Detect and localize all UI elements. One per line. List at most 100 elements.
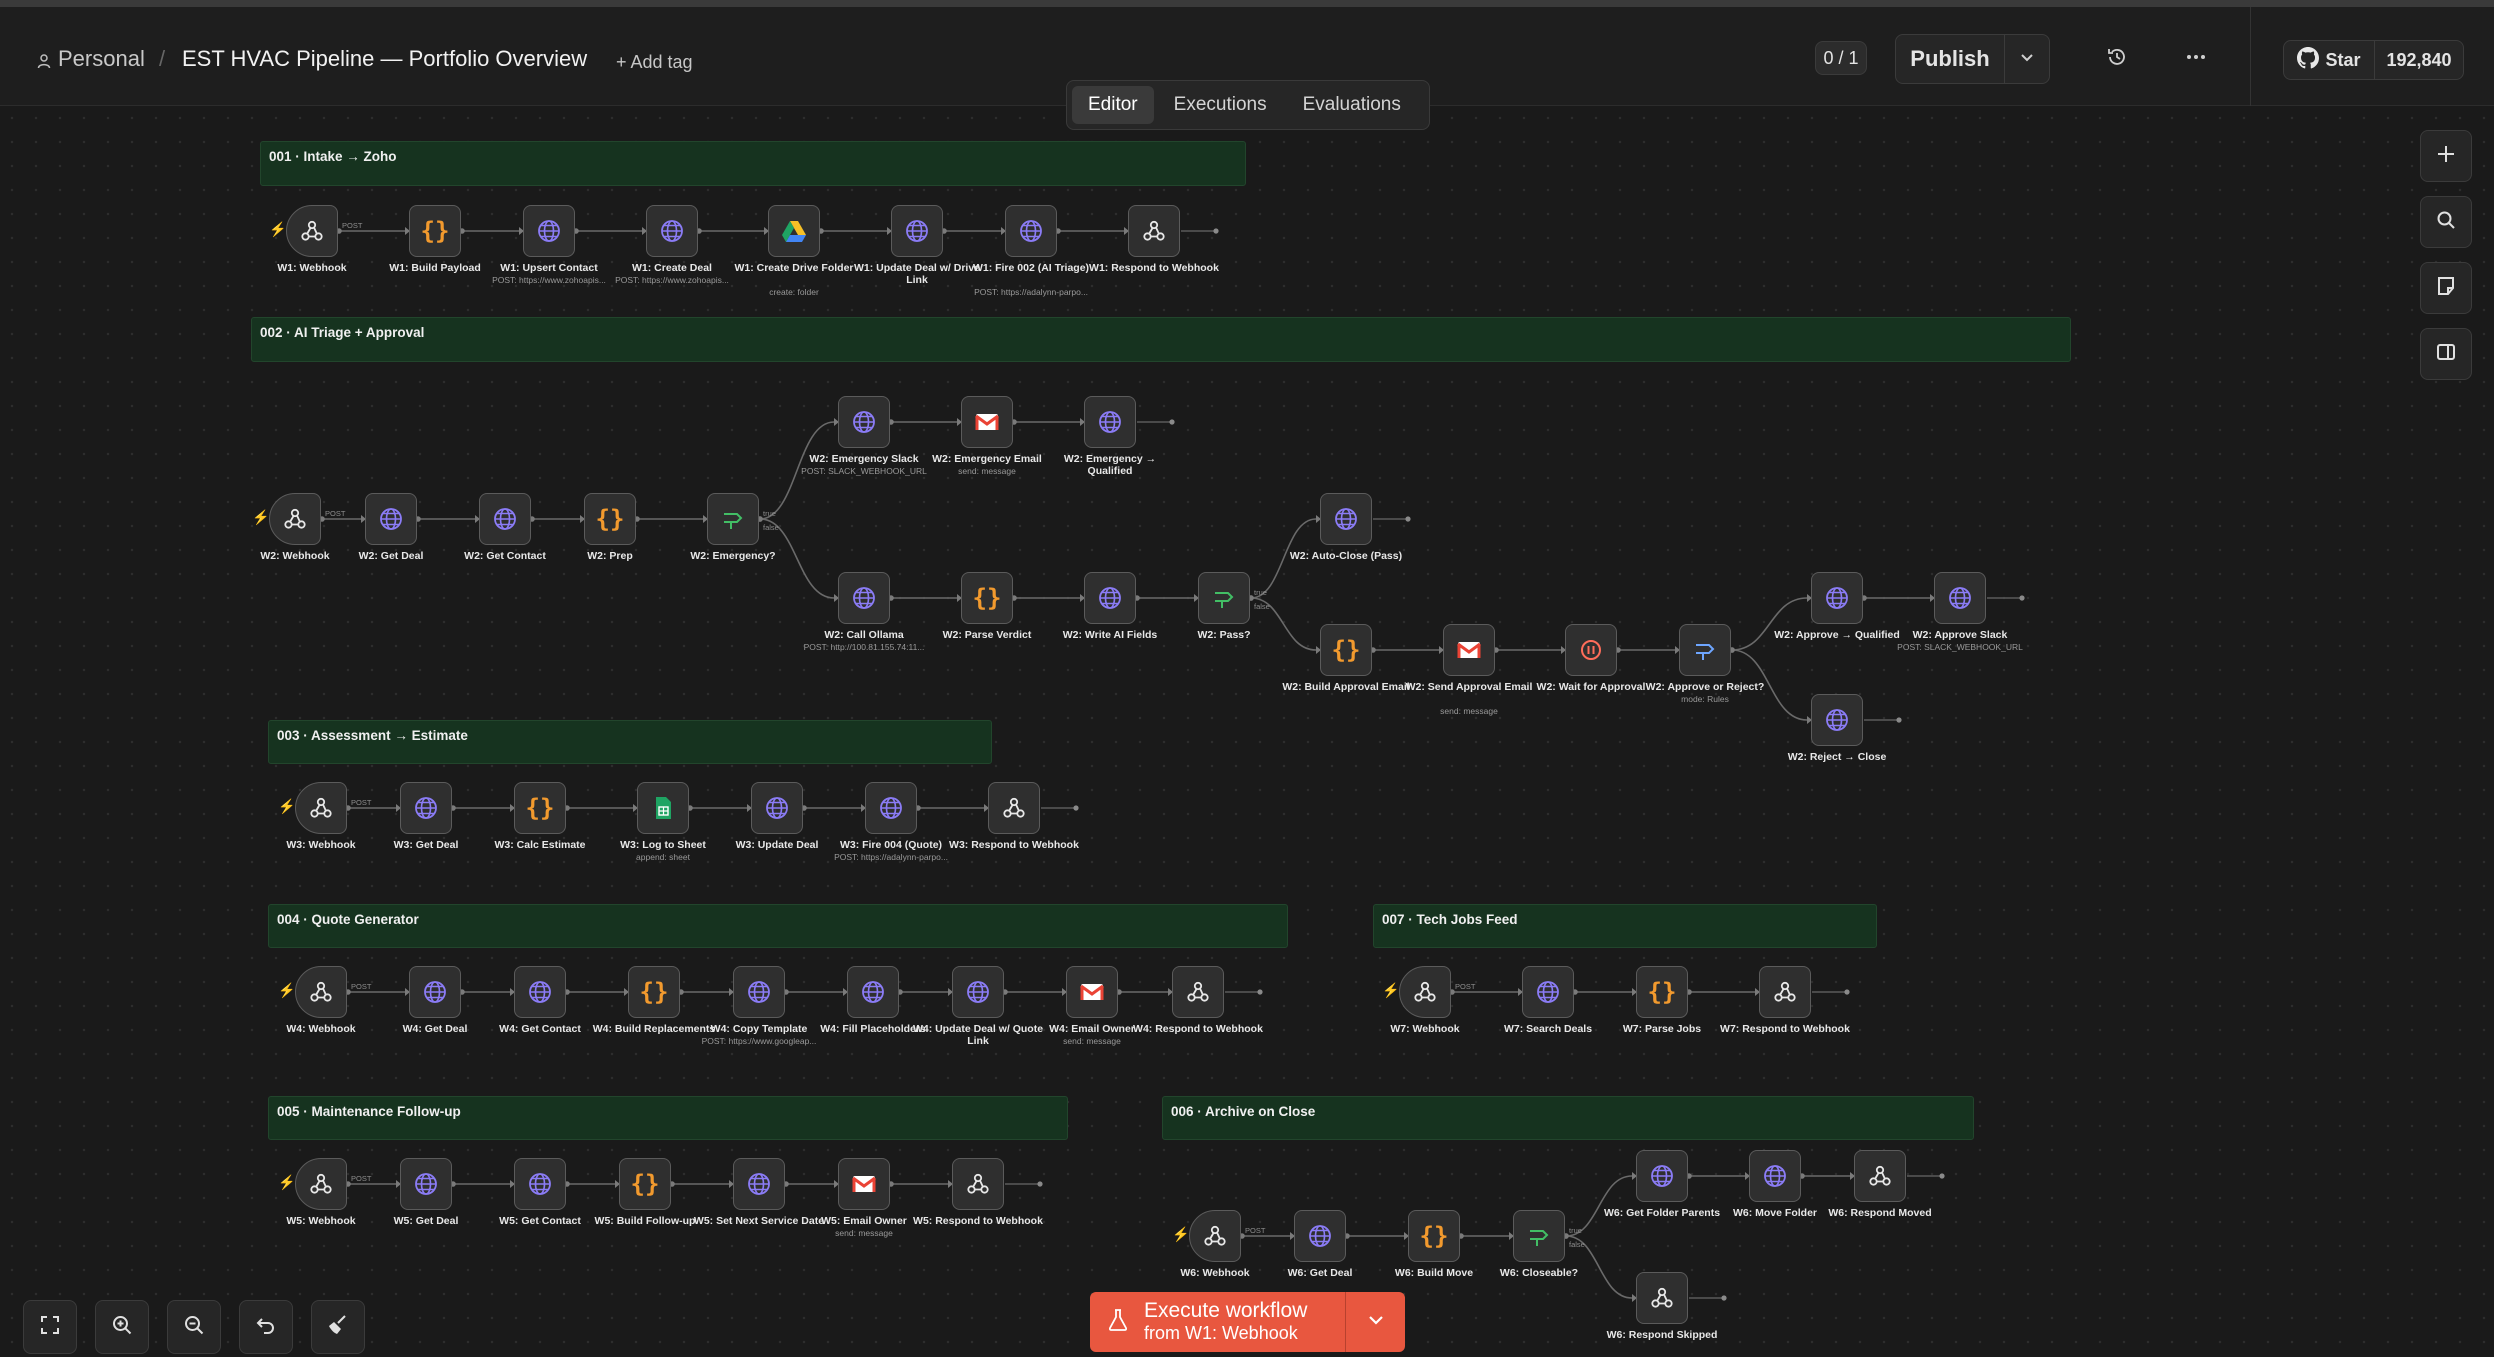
workflow-node[interactable] [1066, 966, 1118, 1018]
workflow-node[interactable]: ⚡ [278, 782, 347, 834]
history-icon [2106, 46, 2128, 73]
zoom-in-button[interactable] [95, 1300, 149, 1354]
fit-view-button[interactable] [23, 1300, 77, 1354]
workflow-node[interactable] [1320, 493, 1372, 545]
workflow-node[interactable] [1811, 572, 1863, 624]
workflow-node[interactable]: {} [1408, 1210, 1460, 1262]
workflow-node[interactable]: {} [619, 1158, 671, 1210]
search-nodes-button[interactable] [2420, 196, 2472, 248]
workflow-node[interactable] [1513, 1210, 1565, 1262]
workflow-node[interactable]: ⚡ [252, 493, 321, 545]
more-options-button[interactable] [2172, 41, 2220, 77]
workflow-node[interactable] [865, 782, 917, 834]
execute-workflow-button[interactable]: Execute workflow from W1: Webhook [1090, 1292, 1345, 1352]
sticky-note[interactable]: 003 · Assessment → Estimate [268, 720, 992, 764]
sticky-note[interactable]: 005 · Maintenance Follow-up [268, 1096, 1068, 1140]
sticky-note[interactable]: 006 · Archive on Close [1162, 1096, 1974, 1140]
zoom-out-button[interactable] [167, 1300, 221, 1354]
workflow-node[interactable]: {} [409, 205, 461, 257]
workflow-node[interactable] [768, 205, 820, 257]
workflow-node[interactable]: ⚡ [278, 1158, 347, 1210]
add-sticky-button[interactable] [2420, 262, 2472, 314]
workflow-node[interactable] [988, 782, 1040, 834]
workflow-node[interactable] [733, 966, 785, 1018]
workflow-node[interactable]: ⚡ [1382, 966, 1451, 1018]
workflow-node[interactable] [409, 966, 461, 1018]
add-node-button[interactable] [2420, 130, 2472, 182]
workflow-node[interactable] [400, 782, 452, 834]
history-button[interactable] [2093, 41, 2141, 77]
http-request-icon [413, 1171, 439, 1197]
workflow-node[interactable] [1084, 572, 1136, 624]
webhook-icon [299, 218, 325, 244]
workflow-node[interactable] [838, 396, 890, 448]
workflow-node[interactable] [1679, 624, 1731, 676]
workflow-node[interactable] [1565, 624, 1617, 676]
workflow-node[interactable] [847, 966, 899, 1018]
tab-executions[interactable]: Executions [1158, 86, 1283, 124]
execute-dropdown-button[interactable] [1345, 1292, 1405, 1352]
workflow-node[interactable] [838, 572, 890, 624]
tab-editor[interactable]: Editor [1072, 86, 1154, 124]
workflow-node[interactable] [961, 396, 1013, 448]
workflow-node[interactable]: {} [961, 572, 1013, 624]
workflow-node[interactable]: {} [1636, 966, 1688, 1018]
workflow-node[interactable] [523, 205, 575, 257]
github-star-count[interactable]: 192,840 [2374, 40, 2464, 80]
workflow-node[interactable] [514, 1158, 566, 1210]
workflow-node[interactable] [751, 782, 803, 834]
workflow-node[interactable] [1934, 572, 1986, 624]
workflow-node[interactable]: ⚡ [1172, 1210, 1241, 1262]
workflow-node[interactable] [1854, 1150, 1906, 1202]
node-label: W1: Webhook [277, 262, 347, 274]
publish-button[interactable]: Publish [1895, 34, 2005, 84]
workflow-node[interactable] [637, 782, 689, 834]
tab-evaluations[interactable]: Evaluations [1287, 86, 1417, 124]
workflow-node[interactable] [891, 205, 943, 257]
publish-dropdown-button[interactable] [2004, 34, 2050, 84]
workflow-node[interactable] [1198, 572, 1250, 624]
workflow-node[interactable] [1636, 1272, 1688, 1324]
tidy-up-button[interactable] [311, 1300, 365, 1354]
http-request-icon [659, 218, 685, 244]
workflow-node[interactable] [1005, 205, 1057, 257]
toggle-panel-button[interactable] [2420, 328, 2472, 380]
workflow-node[interactable] [365, 493, 417, 545]
http-request-icon [492, 506, 518, 532]
workflow-node[interactable]: {} [584, 493, 636, 545]
sticky-note[interactable]: 002 · AI Triage + Approval [251, 317, 2071, 362]
workflow-node[interactable]: {} [1320, 624, 1372, 676]
reset-zoom-button[interactable] [239, 1300, 293, 1354]
workflow-node[interactable] [952, 1158, 1004, 1210]
workflow-node[interactable]: ⚡ [269, 205, 338, 257]
workflow-node[interactable] [1084, 396, 1136, 448]
workflow-node[interactable] [1811, 694, 1863, 746]
workflow-node[interactable] [479, 493, 531, 545]
workflow-node[interactable]: {} [514, 782, 566, 834]
breadcrumb-owner[interactable]: Personal [58, 45, 145, 73]
workflow-node[interactable] [1749, 1150, 1801, 1202]
workflow-node[interactable] [1294, 1210, 1346, 1262]
workflow-node[interactable]: {} [628, 966, 680, 1018]
workflow-node[interactable] [1522, 966, 1574, 1018]
workflow-node[interactable] [514, 966, 566, 1018]
workflow-node[interactable] [646, 205, 698, 257]
sticky-note[interactable]: 001 · Intake → Zoho [260, 141, 1246, 186]
add-tag-button[interactable]: + Add tag [616, 48, 693, 76]
version-counter[interactable]: 0 / 1 [1815, 41, 1867, 75]
sticky-note[interactable]: 007 · Tech Jobs Feed [1373, 904, 1877, 948]
github-star-button[interactable]: Star [2283, 40, 2375, 80]
workflow-node[interactable] [1443, 624, 1495, 676]
workflow-node[interactable]: ⚡ [278, 966, 347, 1018]
workflow-node[interactable] [733, 1158, 785, 1210]
workflow-node[interactable] [952, 966, 1004, 1018]
workflow-name[interactable]: EST HVAC Pipeline — Portfolio Overview [182, 45, 587, 73]
workflow-node[interactable] [1759, 966, 1811, 1018]
workflow-node[interactable] [1636, 1150, 1688, 1202]
workflow-node[interactable] [707, 493, 759, 545]
workflow-node[interactable] [838, 1158, 890, 1210]
workflow-node[interactable] [400, 1158, 452, 1210]
workflow-node[interactable] [1128, 205, 1180, 257]
sticky-note[interactable]: 004 · Quote Generator [268, 904, 1288, 948]
workflow-node[interactable] [1172, 966, 1224, 1018]
